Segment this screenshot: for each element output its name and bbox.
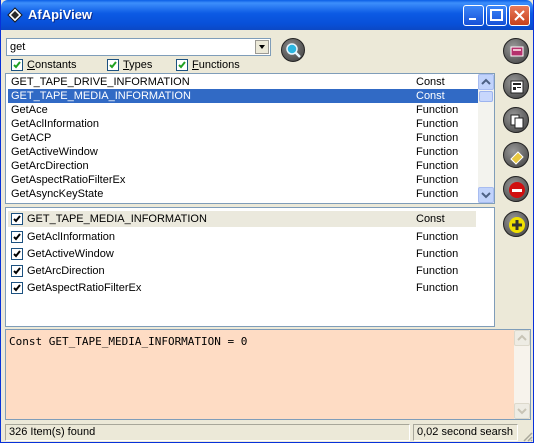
scroll-down-button[interactable]: [514, 403, 530, 419]
plus-icon: [509, 217, 525, 233]
checked-list-item[interactable]: GET_TAPE_MEDIA_INFORMATION Const: [8, 211, 476, 227]
search-combobox[interactable]: get: [6, 38, 271, 56]
item-checkbox[interactable]: [11, 231, 23, 243]
search-button[interactable]: [281, 38, 305, 62]
code-output-text[interactable]: Const GET_TAPE_MEDIA_INFORMATION = 0: [9, 335, 247, 348]
magnifier-icon: [286, 43, 301, 58]
copy-icon: [510, 114, 524, 129]
list-item[interactable]: GET_TAPE_DRIVE_INFORMATION Const: [8, 75, 478, 89]
chevron-down-icon: [481, 192, 491, 199]
selected-items-list[interactable]: GET_TAPE_MEDIA_INFORMATION Const GetAclI…: [5, 207, 495, 327]
types-checkbox-row[interactable]: Types: [107, 58, 152, 72]
status-search-time: 0,02 second searsh: [413, 424, 518, 441]
functions-checkbox-row[interactable]: Functions: [176, 58, 240, 72]
close-button[interactable]: [509, 5, 530, 26]
remove-button[interactable]: [503, 176, 529, 202]
item-checkbox[interactable]: [11, 248, 23, 260]
scroll-down-button[interactable]: [478, 187, 494, 203]
constants-checkbox-row[interactable]: Constants: [11, 58, 77, 72]
dropdown-arrow-button[interactable]: [255, 40, 269, 54]
eraser-icon: [510, 151, 524, 165]
app-window: AfApiView get Constants Types Functions …: [0, 0, 534, 443]
window-title: AfApiView: [28, 7, 93, 22]
results-scrollbar[interactable]: [478, 74, 494, 203]
minimize-button[interactable]: [463, 5, 484, 26]
checked-list-item[interactable]: GetActiveWindow Function: [8, 246, 476, 262]
properties-button[interactable]: [503, 73, 529, 99]
item-checkbox[interactable]: [11, 213, 23, 225]
results-list[interactable]: GET_TAPE_DRIVE_INFORMATION Const GET_TAP…: [5, 73, 495, 204]
constants-label: Constants: [27, 59, 77, 71]
search-input[interactable]: get: [10, 41, 25, 53]
chevron-down-icon: [517, 408, 527, 415]
title-bar[interactable]: AfApiView: [1, 0, 533, 30]
chevron-down-icon: [259, 45, 265, 49]
properties-icon: [510, 80, 524, 94]
list-item[interactable]: GetActiveWindow Function: [8, 145, 478, 159]
status-item-count: 326 Item(s) found: [5, 424, 410, 441]
add-button[interactable]: [503, 211, 529, 237]
list-item[interactable]: GetAspectRatioFilterEx Function: [8, 173, 478, 187]
list-item-selected[interactable]: GET_TAPE_MEDIA_INFORMATION Const: [8, 89, 478, 103]
minus-icon: [509, 182, 525, 198]
status-bar: 326 Item(s) found 0,02 second searsh: [3, 423, 533, 442]
functions-checkbox[interactable]: [176, 59, 188, 71]
app-icon: [7, 7, 23, 23]
list-item[interactable]: GetAclInformation Function: [8, 117, 478, 131]
item-checkbox[interactable]: [11, 265, 23, 277]
output-scrollbar[interactable]: [514, 330, 530, 419]
list-item[interactable]: GetAsyncKeyState Function: [8, 187, 478, 201]
list-item[interactable]: GetArcDirection Function: [8, 159, 478, 173]
code-output-area[interactable]: Const GET_TAPE_MEDIA_INFORMATION = 0: [5, 329, 531, 420]
chevron-up-icon: [481, 78, 491, 85]
copy-button[interactable]: [503, 107, 529, 133]
item-checkbox[interactable]: [11, 282, 23, 294]
types-checkbox[interactable]: [107, 59, 119, 71]
functions-label: Functions: [192, 59, 240, 71]
list-item[interactable]: GetAce Function: [8, 103, 478, 117]
list-item[interactable]: GetACP Function: [8, 131, 478, 145]
resize-grip-icon[interactable]: [521, 430, 533, 442]
maximize-button[interactable]: [486, 5, 507, 26]
scroll-thumb[interactable]: [479, 91, 493, 102]
book-icon: [510, 46, 524, 57]
chevron-up-icon: [517, 334, 527, 341]
reference-book-button[interactable]: [503, 38, 529, 64]
scroll-up-button[interactable]: [478, 74, 494, 90]
checked-list-item[interactable]: GetArcDirection Function: [8, 263, 476, 279]
checked-list-item[interactable]: GetAclInformation Function: [8, 229, 476, 245]
scroll-up-button[interactable]: [514, 330, 530, 346]
clear-button[interactable]: [503, 142, 529, 168]
checked-list-item[interactable]: GetAspectRatioFilterEx Function: [8, 280, 476, 296]
constants-checkbox[interactable]: [11, 59, 23, 71]
types-label: Types: [123, 59, 153, 71]
